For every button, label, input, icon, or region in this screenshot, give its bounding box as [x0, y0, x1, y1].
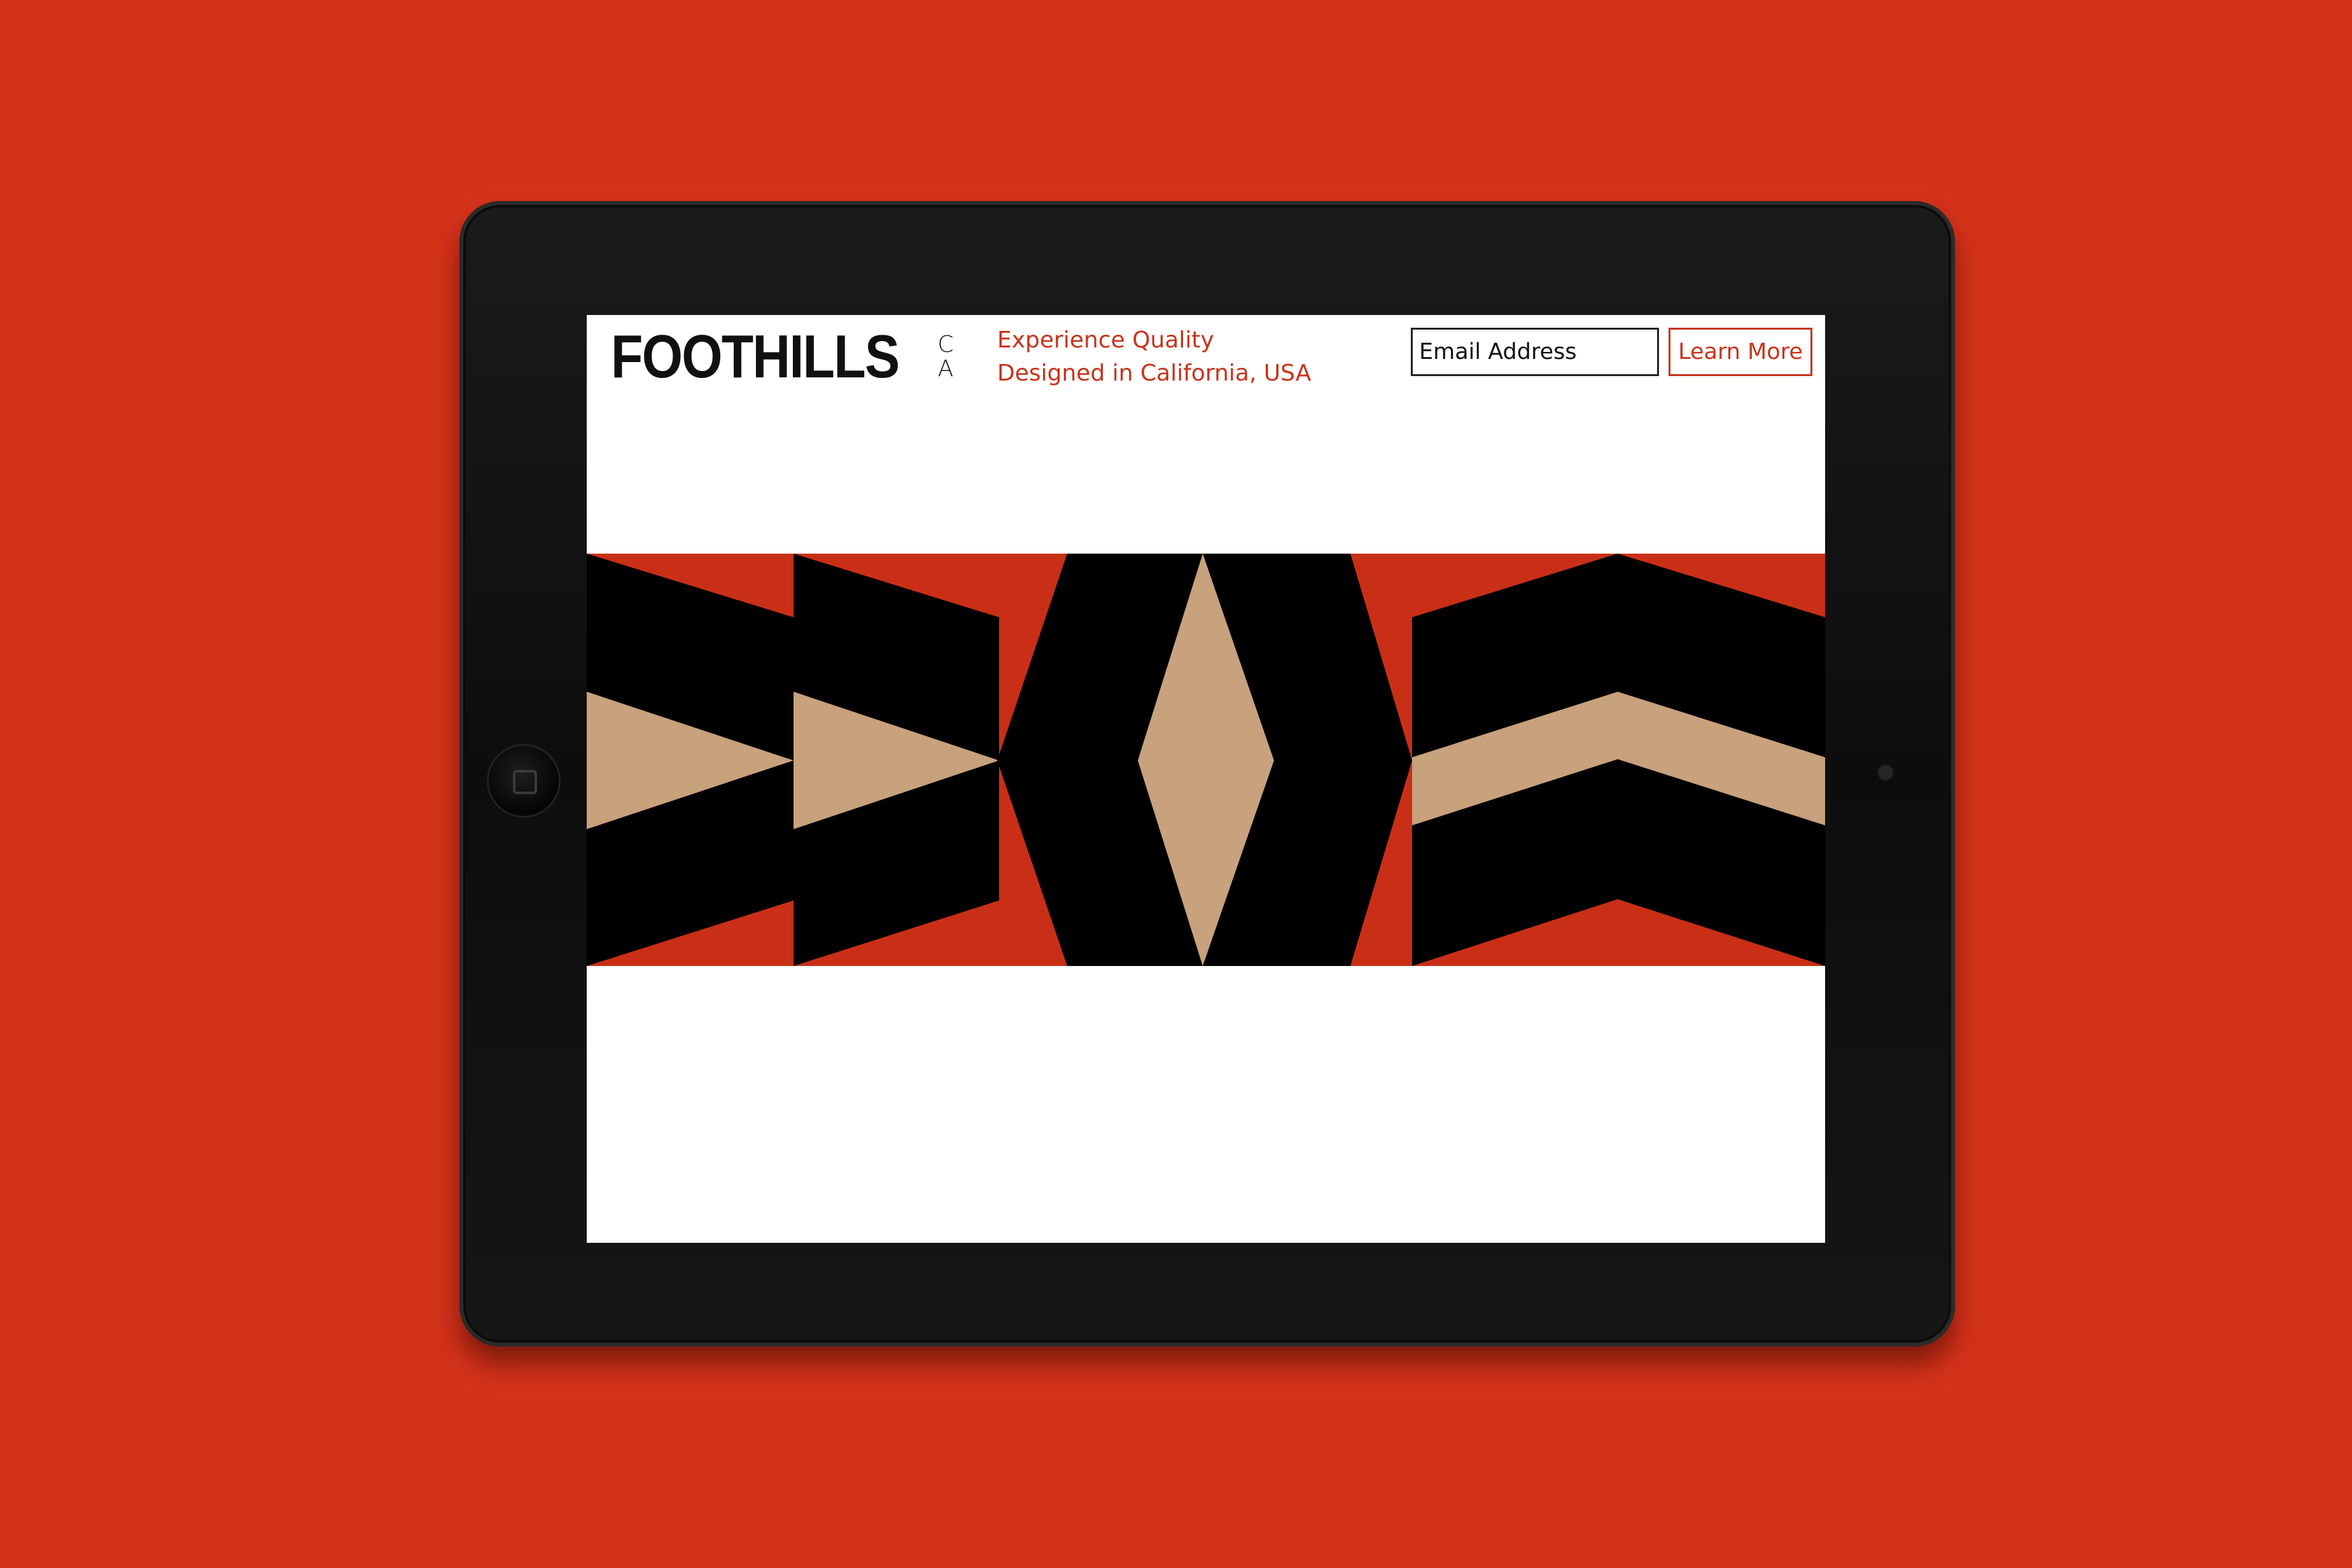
learn-more-button[interactable]: Learn More — [1669, 328, 1812, 376]
website-screen: FOOTHILLS C A Experience Quality Designe… — [587, 315, 1825, 1243]
home-button-icon[interactable] — [489, 746, 559, 816]
logo-suffix-bottom: A — [937, 356, 954, 382]
logo-suffix-top: C — [937, 332, 954, 358]
hero-pattern-graphic — [587, 554, 1825, 966]
logo-suffix: C A — [934, 333, 957, 381]
foothills-logo[interactable]: FOOTHILLS C A — [611, 326, 957, 388]
tagline: Experience Quality Designed in Californi… — [997, 324, 1311, 390]
email-input[interactable] — [1411, 328, 1659, 376]
hero-pattern-banner — [587, 554, 1825, 966]
tagline-line-2: Designed in California, USA — [997, 360, 1312, 386]
front-camera-icon — [1879, 766, 1893, 780]
tagline-line-1: Experience Quality — [997, 327, 1214, 353]
logo-wordmark: FOOTHILLS — [611, 323, 900, 391]
